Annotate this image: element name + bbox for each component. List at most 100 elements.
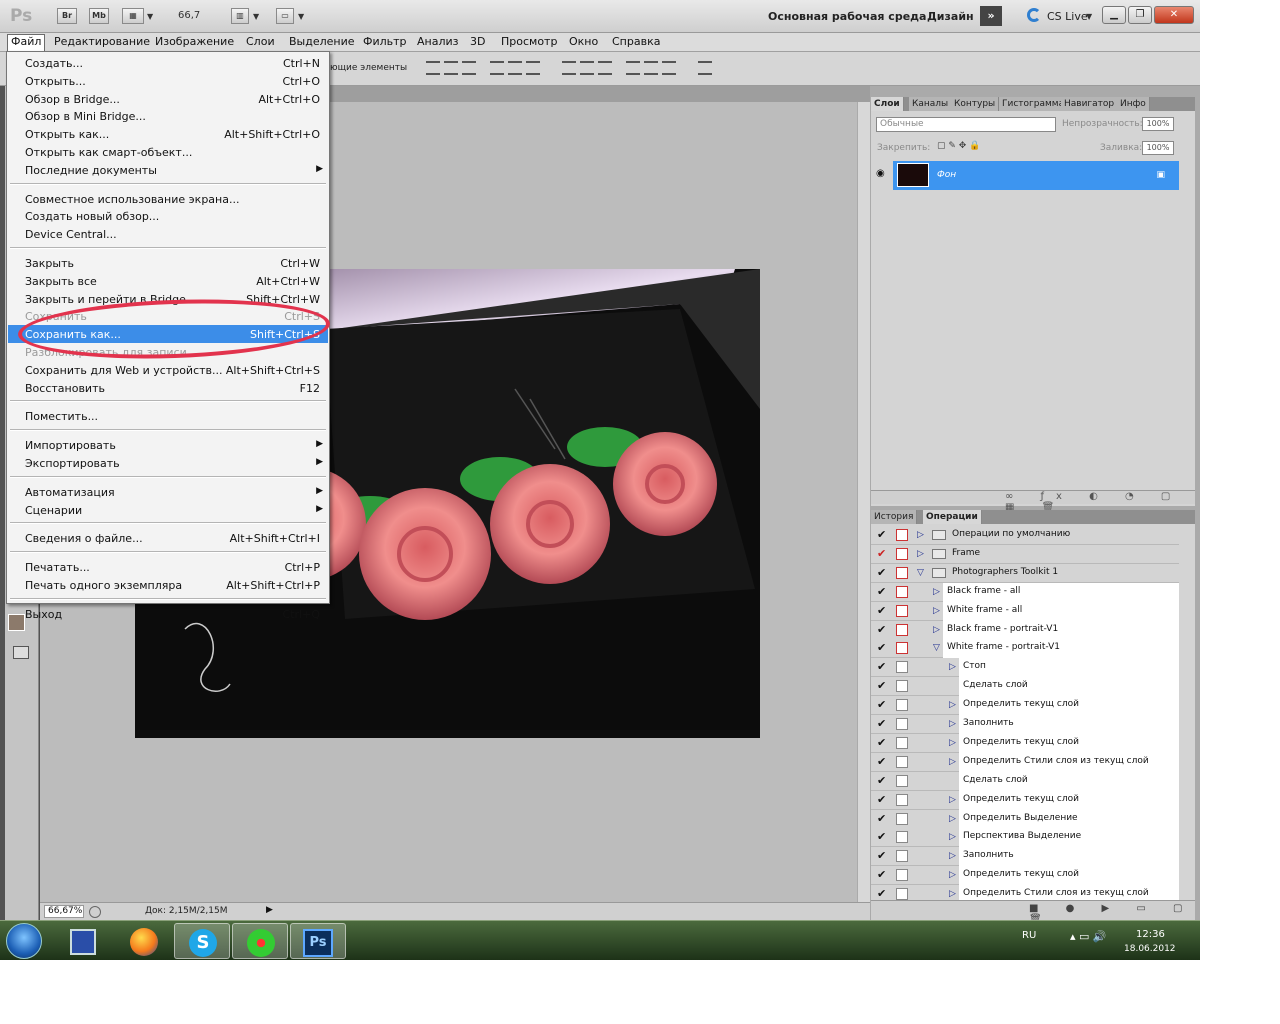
action-row[interactable]: ✔ ▷ Black frame - portrait-V1: [871, 620, 1179, 640]
distribute-hcenter-icon[interactable]: [644, 61, 658, 75]
file-menu-item[interactable]: Device Central...: [8, 225, 328, 243]
firefox-icon[interactable]: [116, 923, 172, 959]
arrange-documents-icon[interactable]: ▥: [231, 8, 249, 24]
eye-icon[interactable]: ◉: [876, 168, 885, 179]
action-enabled-check-icon[interactable]: ✔: [877, 850, 889, 862]
tab-paths[interactable]: Контуры: [951, 97, 1000, 111]
mini-bridge-button[interactable]: Mb: [89, 8, 109, 24]
action-enabled-check-icon[interactable]: ✔: [877, 699, 889, 711]
action-row[interactable]: ✔ Сделать слой: [871, 677, 1179, 697]
expand-right-icon[interactable]: ▷: [949, 795, 956, 805]
photoshop-taskbar-icon[interactable]: Ps: [290, 923, 346, 959]
minimize-button[interactable]: ▁: [1102, 6, 1126, 24]
status-zoom-field[interactable]: 66,67%: [44, 905, 84, 918]
expand-right-icon[interactable]: ▷: [949, 889, 956, 899]
expand-right-icon[interactable]: ▷: [949, 662, 956, 672]
dialog-toggle-icon[interactable]: [896, 604, 908, 617]
action-enabled-check-icon[interactable]: ✔: [877, 831, 889, 843]
action-row[interactable]: ✔ ▷ Определить текущ слой: [871, 733, 1179, 753]
layer-row-background[interactable]: Фон ▣: [893, 161, 1179, 190]
dialog-toggle-icon[interactable]: [896, 755, 908, 768]
file-menu-item[interactable]: Закрыть Ctrl+W: [8, 254, 328, 272]
expand-right-icon[interactable]: ▷: [933, 606, 940, 616]
action-enabled-check-icon[interactable]: ✔: [877, 680, 889, 692]
expand-right-icon[interactable]: ▷: [949, 870, 956, 880]
file-menu-item[interactable]: Открыть... Ctrl+O: [8, 72, 328, 90]
clock-time[interactable]: 12:36: [1136, 929, 1165, 940]
file-menu-item[interactable]: Выход Ctrl+Q: [8, 605, 328, 623]
layer-name[interactable]: Фон: [937, 170, 956, 180]
cs-live-button[interactable]: CS Live: [1047, 10, 1088, 23]
dialog-toggle-icon[interactable]: [896, 680, 908, 693]
menu-help[interactable]: Справка: [609, 35, 663, 48]
action-row[interactable]: ✔ ▷ Заполнить: [871, 715, 1179, 734]
menu-image[interactable]: Изображение: [152, 35, 237, 48]
distribute-right-icon[interactable]: [662, 61, 676, 75]
align-bottom-icon[interactable]: [462, 61, 476, 75]
dialog-toggle-icon[interactable]: [896, 850, 908, 863]
zoom-level[interactable]: 66,7: [178, 10, 200, 21]
menu-3d[interactable]: 3D: [467, 35, 488, 48]
action-row[interactable]: ✔ ▽ White frame - portrait-V1: [871, 639, 1179, 659]
action-row[interactable]: ✔ ▷ White frame - all: [871, 601, 1179, 621]
file-menu-item[interactable]: Печатать... Ctrl+P: [8, 558, 328, 576]
file-menu-item[interactable]: Сведения о файле... Alt+Shift+Ctrl+I: [8, 529, 328, 547]
file-menu-item[interactable]: Закрыть все Alt+Ctrl+W: [8, 272, 328, 290]
view-extras-icon[interactable]: ▦: [122, 8, 144, 24]
menu-view[interactable]: Просмотр: [498, 35, 560, 48]
action-enabled-check-icon[interactable]: ✔: [877, 585, 889, 598]
menu-layers[interactable]: Слои: [243, 35, 278, 48]
file-menu-item[interactable]: Обзор в Mini Bridge...: [8, 107, 328, 125]
align-top-icon[interactable]: [426, 61, 440, 75]
file-menu-item[interactable]: Сценарии ▶: [8, 501, 328, 519]
tab-actions[interactable]: Операции: [923, 510, 982, 524]
action-enabled-check-icon[interactable]: ✔: [877, 623, 889, 636]
bridge-button[interactable]: Br: [57, 8, 77, 24]
chevron-down-icon[interactable]: ▼: [1086, 12, 1092, 21]
tray-icons[interactable]: ▴ ▭ 🔊: [1070, 930, 1107, 943]
menu-window[interactable]: Окно: [566, 35, 601, 48]
blend-mode-select[interactable]: Обычные: [876, 117, 1056, 132]
dialog-toggle-icon[interactable]: [896, 623, 908, 636]
dialog-toggle-icon[interactable]: [896, 699, 908, 712]
file-menu-item[interactable]: Сохранить для Web и устройств... Alt+Shif…: [8, 361, 328, 379]
action-row[interactable]: ✔ ▷ Операции по умолчанию: [871, 526, 1179, 545]
chevron-down-icon[interactable]: ▼: [147, 12, 153, 21]
action-row[interactable]: ✔ Сделать слой: [871, 771, 1179, 791]
distribute-vcenter-icon[interactable]: [580, 61, 594, 75]
file-menu-item[interactable]: Создать новый обзор...: [8, 207, 328, 225]
action-row[interactable]: ✔ ▷ Определить Выделение: [871, 809, 1179, 829]
action-row[interactable]: ✔ ▽ Photographers Toolkit 1: [871, 563, 1179, 583]
tab-info[interactable]: Инфо: [1117, 97, 1150, 111]
menu-edit[interactable]: Редактирование: [51, 35, 153, 48]
start-button[interactable]: [6, 923, 42, 959]
action-enabled-check-icon[interactable]: ✔: [877, 718, 889, 730]
action-enabled-check-icon[interactable]: ✔: [877, 869, 889, 881]
dialog-toggle-icon[interactable]: [896, 869, 908, 882]
action-enabled-check-icon[interactable]: ✔: [877, 529, 889, 541]
file-menu-item[interactable]: Открыть как... Alt+Shift+Ctrl+O: [8, 125, 328, 143]
skype-icon[interactable]: S: [174, 923, 230, 959]
restore-button[interactable]: ❐: [1128, 6, 1152, 24]
file-menu-item[interactable]: Печать одного экземпляра Alt+Shift+Ctrl+P: [8, 576, 328, 594]
dialog-toggle-icon[interactable]: [896, 812, 908, 825]
tab-channels[interactable]: Каналы: [909, 97, 953, 111]
more-workspaces-icon[interactable]: »: [980, 6, 1002, 26]
expand-right-icon[interactable]: ▷: [949, 700, 956, 710]
action-row[interactable]: ✔ ▷ Перспектива Выделение: [871, 828, 1179, 848]
action-enabled-check-icon[interactable]: ✔: [877, 661, 889, 673]
file-menu-item[interactable]: Поместить...: [8, 407, 328, 425]
canvas-vertical-scrollbar[interactable]: [857, 102, 870, 902]
expand-right-icon[interactable]: ▷: [949, 719, 956, 729]
file-menu-item[interactable]: Восстановить F12: [8, 379, 328, 397]
action-enabled-check-icon[interactable]: ✔: [877, 812, 889, 825]
fill-field[interactable]: 100%: [1142, 141, 1174, 155]
dialog-toggle-icon[interactable]: [896, 793, 908, 806]
icq-icon[interactable]: [232, 923, 288, 959]
dialog-toggle-icon[interactable]: [896, 566, 908, 579]
action-row[interactable]: ✔ ▷ Определить текущ слой: [871, 790, 1179, 810]
action-enabled-check-icon[interactable]: ✔: [877, 642, 889, 654]
expand-right-icon[interactable]: ▷: [933, 625, 940, 635]
file-menu-item[interactable]: Создать... Ctrl+N: [8, 54, 328, 72]
action-enabled-check-icon[interactable]: ✔: [877, 793, 889, 806]
